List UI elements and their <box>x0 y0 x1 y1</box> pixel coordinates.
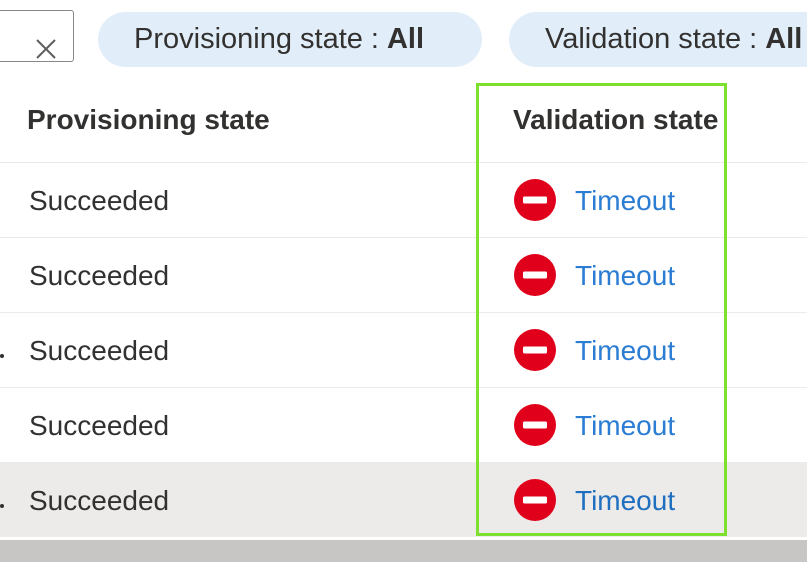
close-icon[interactable] <box>35 38 57 60</box>
horizontal-scrollbar[interactable] <box>0 540 807 562</box>
provisioning-state-filter[interactable]: Provisioning state : All <box>98 12 482 67</box>
filter-separator: : <box>749 23 758 55</box>
filter-bar: Provisioning state : All Validation stat… <box>0 0 807 80</box>
provisioning-state-cell: Succeeded <box>29 410 170 441</box>
error-blocked-icon <box>514 404 556 446</box>
table-row-selected[interactable]: Succeeded Timeout <box>0 463 807 537</box>
truncation-dot <box>0 354 4 358</box>
data-table: Provisioning state Validation state Succ… <box>0 80 807 537</box>
filter-value: All <box>386 23 425 55</box>
error-blocked-icon <box>514 179 556 221</box>
table-row[interactable]: Succeeded Timeout <box>0 313 807 388</box>
validation-state-link[interactable]: Timeout <box>575 485 675 517</box>
filter-separator: : <box>370 23 379 55</box>
search-box[interactable] <box>0 10 74 62</box>
validation-state-filter[interactable]: Validation state : All <box>509 12 807 67</box>
error-blocked-icon <box>514 479 556 521</box>
provisioning-state-cell: Succeeded <box>29 185 170 216</box>
truncation-dot <box>0 504 4 508</box>
table-row[interactable]: Succeeded Timeout <box>0 238 807 313</box>
validation-state-link[interactable]: Timeout <box>575 335 675 367</box>
provisioning-state-cell: Succeeded <box>29 260 170 291</box>
provisioning-state-cell: Succeeded <box>29 335 170 366</box>
table-row[interactable]: Succeeded Timeout <box>0 163 807 238</box>
validation-state-link[interactable]: Timeout <box>575 260 675 292</box>
filter-value: All <box>765 23 803 55</box>
filter-label: Validation state <box>545 23 742 55</box>
provisioning-state-cell: Succeeded <box>29 485 170 516</box>
filter-label: Provisioning state <box>134 23 363 55</box>
column-header-validation-state[interactable]: Validation state <box>513 104 725 136</box>
error-blocked-icon <box>514 329 556 371</box>
column-header-provisioning-state[interactable]: Provisioning state <box>27 104 270 136</box>
table-row[interactable]: Succeeded Timeout <box>0 388 807 463</box>
table-header-row: Provisioning state Validation state <box>0 80 807 163</box>
error-blocked-icon <box>514 254 556 296</box>
validation-state-link[interactable]: Timeout <box>575 410 675 442</box>
validation-state-link[interactable]: Timeout <box>575 185 675 217</box>
